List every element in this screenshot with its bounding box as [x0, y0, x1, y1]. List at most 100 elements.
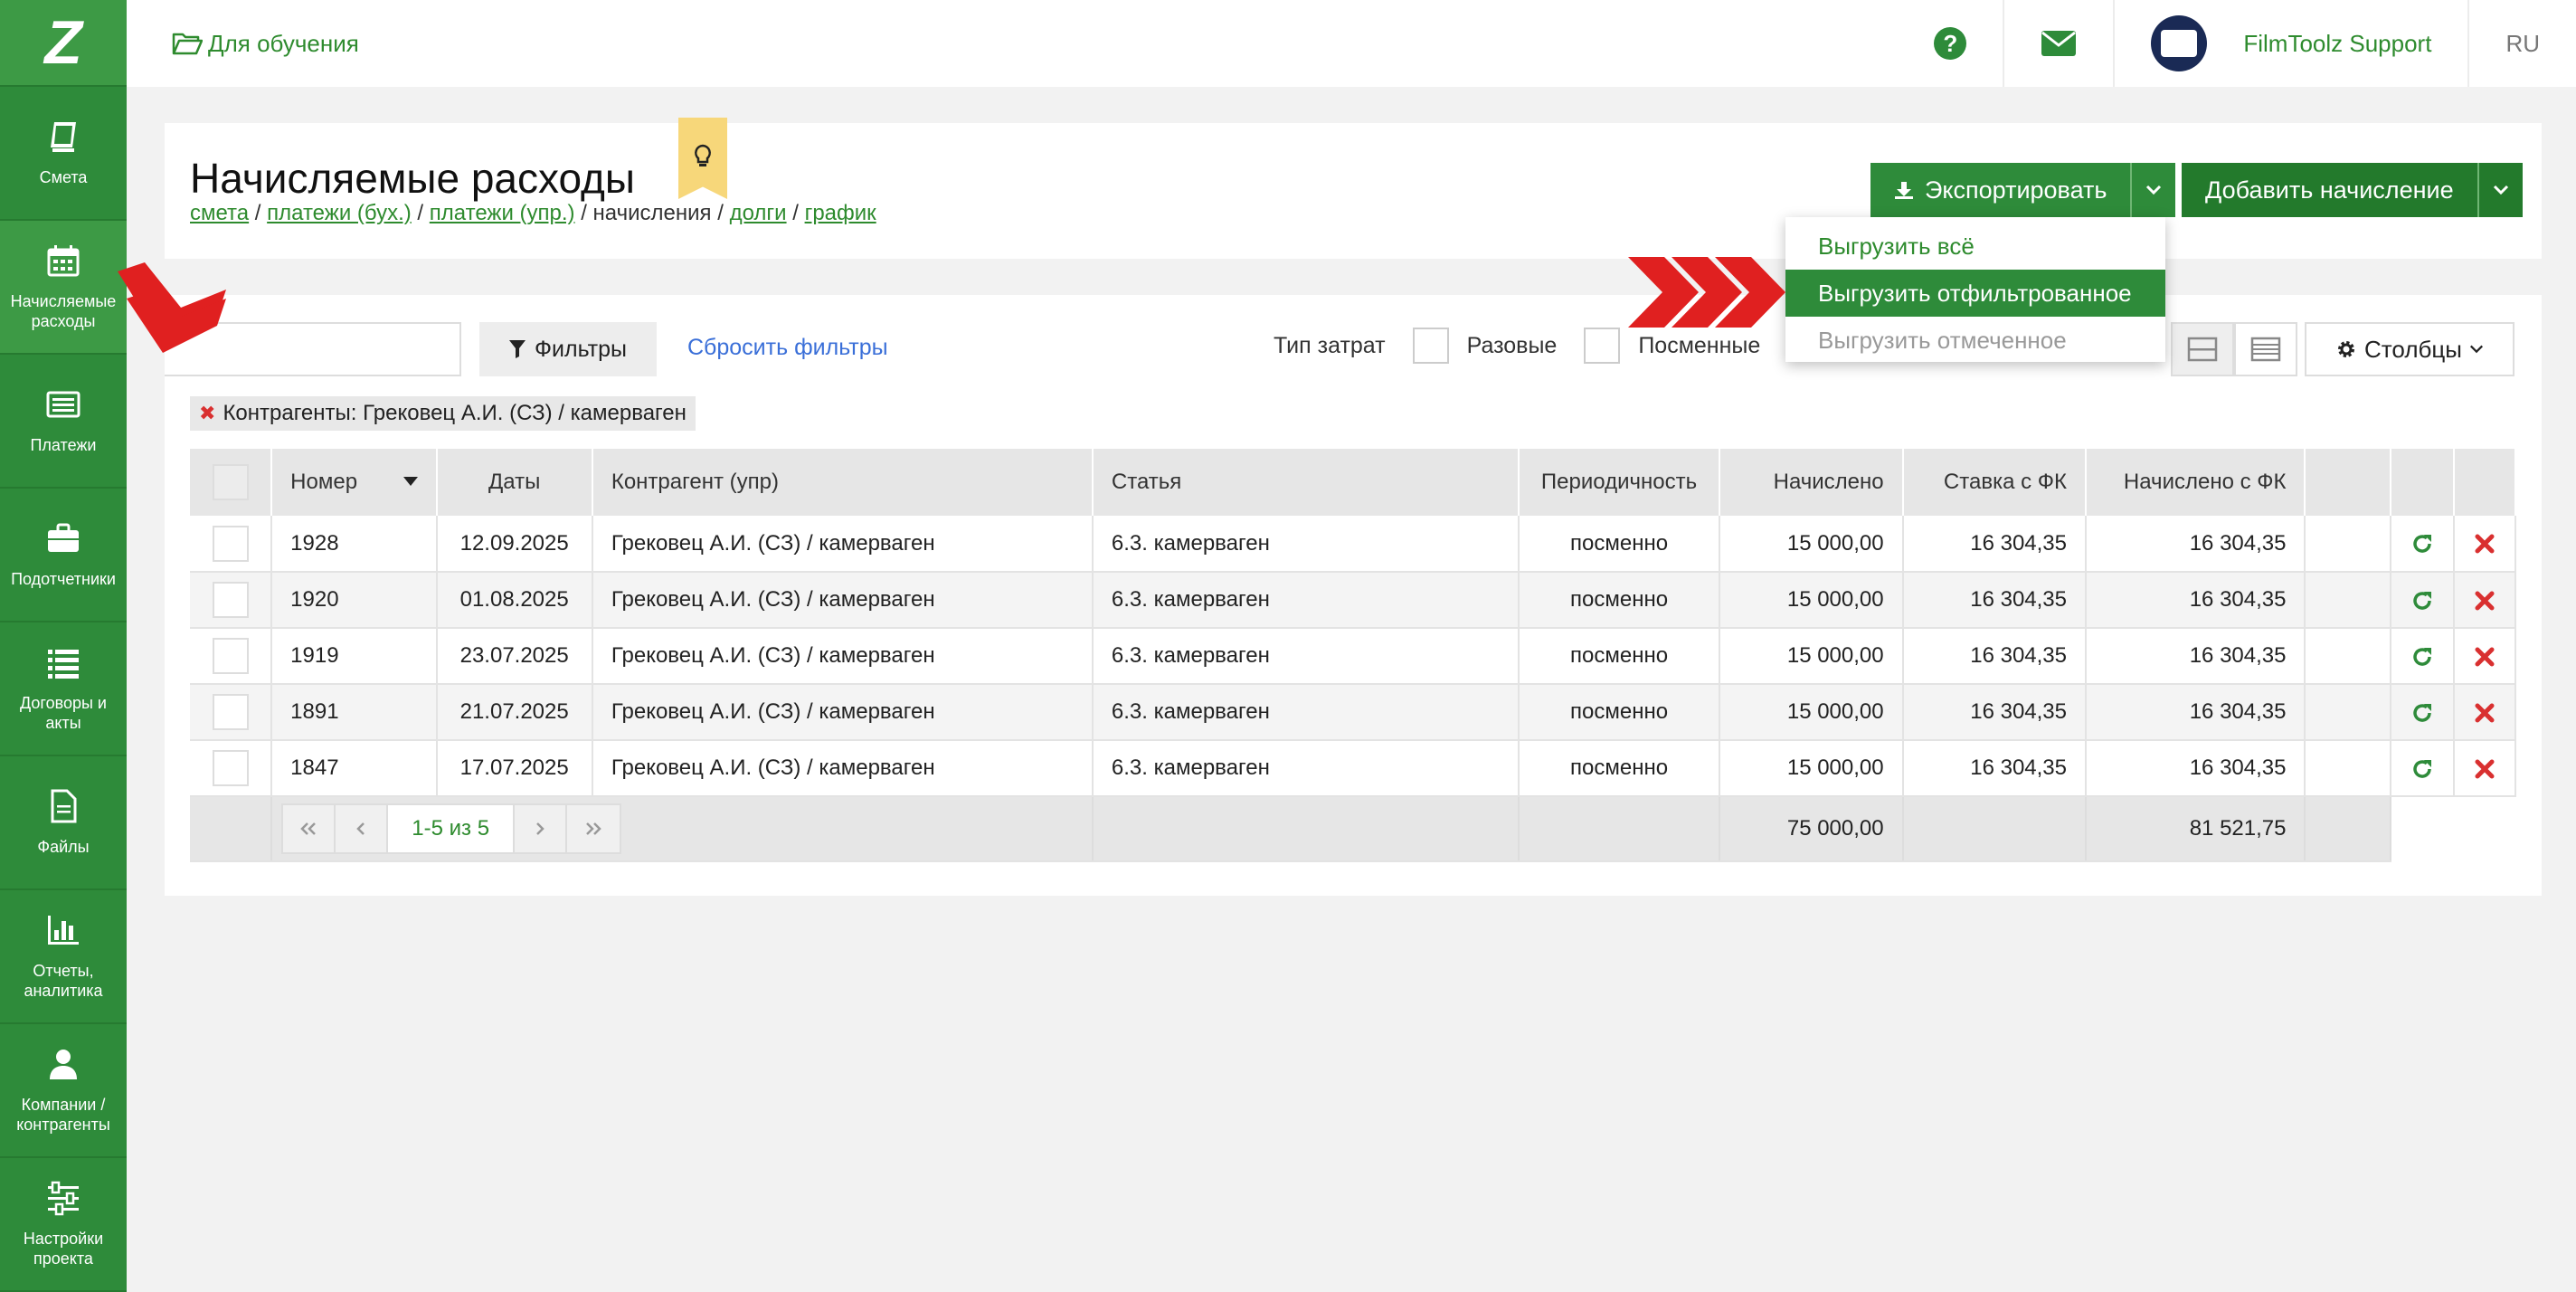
refresh-icon[interactable] — [2410, 757, 2434, 781]
next-page-button[interactable] — [515, 805, 568, 852]
col-rate-fk[interactable]: Ставка с ФК — [1902, 449, 2088, 516]
col-counterparty[interactable]: Контрагент (упр) — [592, 449, 1094, 516]
cell-accrued: 15 000,00 — [1719, 740, 1904, 797]
pager-cell: 1-5 из 5 — [271, 796, 1094, 862]
delete-icon[interactable] — [2473, 645, 2496, 669]
filters-button[interactable]: Фильтры — [479, 322, 657, 376]
logo-icon: Z — [44, 8, 82, 77]
menu-export-filtered[interactable]: Выгрузить отфильтрованное — [1785, 270, 2165, 317]
cell-periodicity: посменно — [1518, 516, 1721, 573]
cell-refresh — [2390, 740, 2455, 797]
cell-accrued-fk: 16 304,35 — [2086, 628, 2306, 685]
delete-icon[interactable] — [2473, 701, 2496, 725]
question-icon: ? — [1934, 27, 1967, 60]
row-checkbox[interactable] — [212, 525, 249, 562]
delete-icon[interactable] — [2473, 589, 2496, 613]
table-row[interactable]: 1919 23.07.2025 Грековец А.И. (СЗ) / камер… — [190, 628, 2517, 685]
table-row[interactable]: 1891 21.07.2025 Грековец А.И. (СЗ) / камер… — [190, 684, 2517, 741]
prev-page-button[interactable] — [336, 805, 389, 852]
export-dropdown-toggle[interactable] — [2130, 163, 2176, 217]
view-compact-button[interactable] — [2171, 322, 2234, 376]
sidebar-item-settings[interactable]: Настройки проекта — [0, 1158, 127, 1292]
sidebar-item-accountables[interactable]: Подотчетники — [0, 489, 127, 622]
per-shift-checkbox[interactable] — [1584, 328, 1621, 364]
reset-filters-link[interactable]: Сбросить фильтры — [687, 335, 888, 361]
select-all-checkbox[interactable] — [212, 464, 249, 500]
export-button[interactable]: Экспортировать — [1870, 163, 2131, 217]
sort-desc-icon — [402, 477, 418, 486]
sidebar-item-payments[interactable]: Платежи — [0, 355, 127, 489]
breadcrumb-schedule[interactable]: график — [805, 201, 876, 225]
table-row[interactable]: 1928 12.09.2025 Грековец А.И. (СЗ) / камер… — [190, 516, 2517, 573]
refresh-icon[interactable] — [2410, 645, 2434, 669]
col-number[interactable]: Номер — [271, 449, 438, 516]
refresh-icon[interactable] — [2410, 532, 2434, 556]
sliders-icon — [48, 1181, 79, 1216]
one-time-label: Разовые — [1466, 332, 1558, 358]
chip-label: Контрагенты: — [223, 401, 357, 425]
sidebar-item-companies[interactable]: Компании / контрагенты — [0, 1024, 127, 1158]
total-accrued-fk: 81 521,75 — [2086, 796, 2306, 862]
user-name: FilmToolz Support — [2243, 29, 2432, 57]
cell-date: 23.07.2025 — [436, 628, 593, 685]
project-link[interactable]: Для обучения — [172, 30, 359, 58]
cell-counterparty: Грековец А.И. (СЗ) / камерваген — [592, 572, 1094, 629]
breadcrumb: смета / платежи (бух.) / платежи (упр.) … — [190, 201, 876, 225]
user-menu[interactable]: FilmToolz Support — [2113, 0, 2467, 87]
breadcrumb-payments-mgmt[interactable]: платежи (упр.) — [430, 201, 575, 225]
app-logo[interactable]: Z — [0, 0, 127, 87]
one-time-checkbox[interactable] — [1412, 328, 1449, 364]
delete-icon[interactable] — [2473, 757, 2496, 781]
sidebar-item-label: Договоры и акты — [20, 694, 107, 732]
sidebar-item-reports[interactable]: Отчеты, аналитика — [0, 890, 127, 1024]
breadcrumb-payments-acc[interactable]: платежи (бух.) — [267, 201, 412, 225]
sidebar-item-contracts[interactable]: Договоры и акты — [0, 622, 127, 756]
sidebar-item-estimate[interactable]: Смета — [0, 87, 127, 221]
add-accrual-button[interactable]: Добавить начисление — [2182, 163, 2477, 217]
row-checkbox[interactable] — [212, 694, 249, 730]
pagination: 1-5 из 5 — [281, 803, 622, 854]
col-refresh — [2390, 449, 2455, 516]
main-content: Фильтры Сбросить фильтры Тип затрат Разо… — [165, 295, 2542, 896]
last-page-button[interactable] — [567, 805, 620, 852]
cell-accrued-fk: 16 304,35 — [2086, 684, 2306, 741]
sidebar-item-label: Отчеты, аналитика — [24, 962, 103, 1000]
cell-date: 21.07.2025 — [436, 684, 593, 741]
cell-accrued-fk: 16 304,35 — [2086, 740, 2306, 797]
row-checkbox[interactable] — [212, 638, 249, 674]
add-dropdown-toggle[interactable] — [2477, 163, 2523, 217]
sidebar-item-accruals[interactable]: Начисляемые расходы — [0, 221, 127, 355]
cell-extra — [2305, 516, 2391, 573]
select-all-cell — [190, 449, 273, 516]
breadcrumb-estimate[interactable]: смета — [190, 201, 249, 225]
help-button[interactable]: ? — [1898, 0, 2003, 87]
columns-button[interactable]: Столбцы — [2305, 322, 2514, 376]
row-select-cell — [190, 572, 273, 629]
tips-button[interactable] — [678, 118, 727, 199]
table-row[interactable]: 1847 17.07.2025 Грековец А.И. (СЗ) / камер… — [190, 740, 2517, 797]
refresh-icon[interactable] — [2410, 701, 2434, 725]
menu-export-selected[interactable]: Выгрузить отмеченное — [1785, 317, 2165, 364]
col-accrued[interactable]: Начислено — [1719, 449, 1904, 516]
row-checkbox[interactable] — [212, 582, 249, 618]
menu-export-all[interactable]: Выгрузить всё — [1785, 223, 2165, 270]
row-checkbox[interactable] — [212, 750, 249, 786]
export-label: Экспортировать — [1925, 176, 2107, 204]
messages-button[interactable] — [2003, 0, 2113, 87]
cell-article: 6.3. камерваген — [1092, 684, 1520, 741]
language-switch[interactable]: RU — [2467, 0, 2576, 87]
first-page-button[interactable] — [283, 805, 336, 852]
sidebar-item-label: Платежи — [30, 436, 97, 454]
view-dense-button[interactable] — [2234, 322, 2297, 376]
remove-filter-icon[interactable]: ✖ — [199, 402, 215, 425]
col-dates[interactable]: Даты — [436, 449, 593, 516]
page-title: Начисляемые расходы — [190, 155, 635, 202]
breadcrumb-debts[interactable]: долги — [730, 201, 787, 225]
col-accrued-fk[interactable]: Начислено с ФК — [2086, 449, 2306, 516]
sidebar-item-files[interactable]: Файлы — [0, 756, 127, 890]
table-row[interactable]: 1920 01.08.2025 Грековец А.И. (СЗ) / камер… — [190, 572, 2517, 629]
refresh-icon[interactable] — [2410, 589, 2434, 613]
col-article[interactable]: Статья — [1092, 449, 1520, 516]
col-periodicity[interactable]: Периодичность — [1518, 449, 1721, 516]
delete-icon[interactable] — [2473, 532, 2496, 556]
